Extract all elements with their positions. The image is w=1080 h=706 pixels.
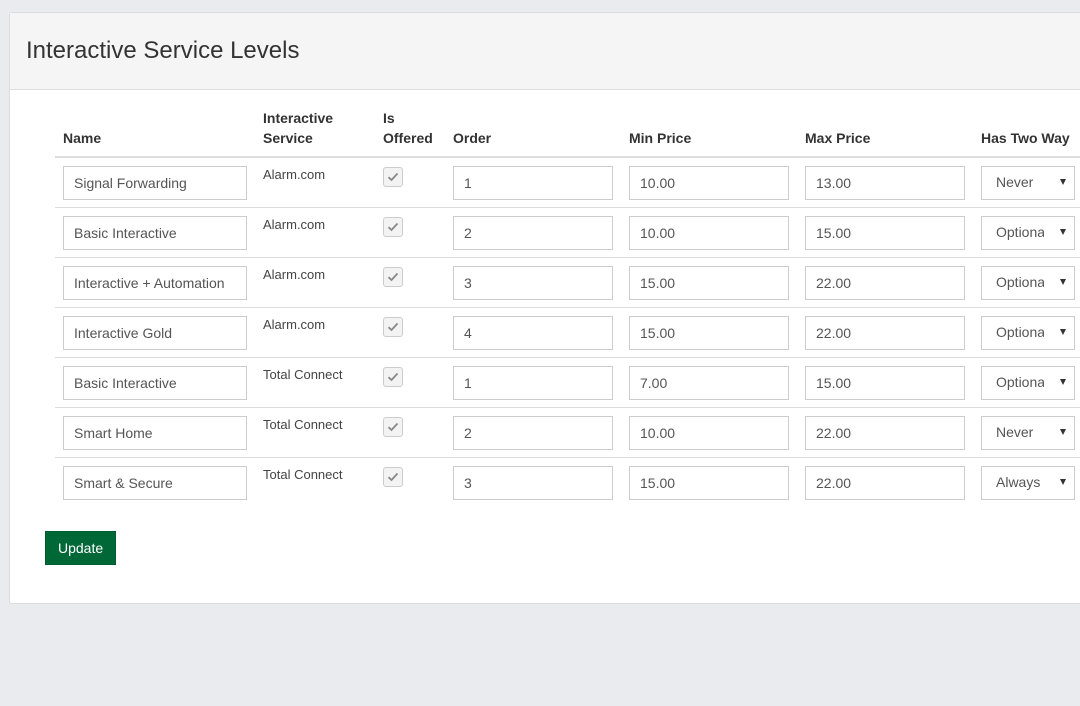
caret-down-icon	[1060, 379, 1066, 385]
min-price-input[interactable]	[629, 216, 789, 250]
name-input[interactable]	[63, 416, 247, 450]
name-input[interactable]	[63, 366, 247, 400]
min-price-input[interactable]	[629, 466, 789, 500]
has-two-way-select[interactable]: Always	[981, 466, 1075, 500]
header-name: Name	[55, 108, 255, 158]
table-row: Alarm.com Optional	[55, 307, 1080, 358]
is-offered-checkbox[interactable]	[383, 467, 403, 487]
max-price-input[interactable]	[805, 466, 965, 500]
name-input[interactable]	[63, 166, 247, 200]
order-input[interactable]	[453, 266, 613, 300]
interactive-service-label: Total Connect	[263, 417, 343, 432]
name-input[interactable]	[63, 466, 247, 500]
has-two-way-value: Optional	[996, 274, 1044, 290]
order-input[interactable]	[453, 466, 613, 500]
has-two-way-value: Never	[996, 174, 1034, 190]
is-offered-checkbox[interactable]	[383, 217, 403, 237]
has-two-way-select[interactable]: Never	[981, 416, 1075, 450]
min-price-input[interactable]	[629, 366, 789, 400]
interactive-service-label: Alarm.com	[263, 217, 326, 232]
checkmark-icon	[387, 322, 399, 332]
panel-heading: Interactive Service Levels	[10, 13, 1080, 90]
checkmark-icon	[387, 422, 399, 432]
update-button[interactable]: Update	[45, 531, 117, 565]
checkmark-icon	[387, 222, 399, 232]
order-input[interactable]	[453, 166, 613, 200]
order-input[interactable]	[453, 316, 613, 350]
order-input[interactable]	[453, 216, 613, 250]
has-two-way-value: Optional	[996, 374, 1044, 390]
min-price-input[interactable]	[629, 416, 789, 450]
has-two-way-select[interactable]: Never	[981, 166, 1075, 200]
interactive-service-label: Total Connect	[263, 367, 343, 382]
checkmark-icon	[387, 472, 399, 482]
header-max-price: Max Price	[797, 108, 973, 158]
table-row: Total Connect Never	[55, 407, 1080, 458]
max-price-input[interactable]	[805, 216, 965, 250]
table-row: Alarm.com Never	[55, 157, 1080, 208]
has-two-way-select[interactable]: Optional	[981, 316, 1075, 350]
service-levels-panel: Interactive Service Levels Name Interact…	[9, 12, 1080, 604]
interactive-service-label: Alarm.com	[263, 317, 326, 332]
is-offered-checkbox[interactable]	[383, 417, 403, 437]
name-input[interactable]	[63, 266, 247, 300]
is-offered-checkbox[interactable]	[383, 167, 403, 187]
interactive-service-label: Alarm.com	[263, 267, 326, 282]
caret-down-icon	[1060, 329, 1066, 335]
min-price-input[interactable]	[629, 266, 789, 300]
caret-down-icon	[1060, 179, 1066, 185]
table-row: Alarm.com Optional	[55, 207, 1080, 258]
header-order: Order	[445, 108, 621, 158]
max-price-input[interactable]	[805, 266, 965, 300]
has-two-way-value: Optional	[996, 224, 1044, 240]
table-header-row: Name Interactive Service Is Offered Orde…	[55, 108, 1080, 158]
header-interactive-service: Interactive Service	[255, 108, 375, 158]
caret-down-icon	[1060, 429, 1066, 435]
order-input[interactable]	[453, 366, 613, 400]
has-two-way-value: Always	[996, 474, 1041, 490]
header-is-offered: Is Offered	[375, 108, 445, 158]
table-row: Total Connect Always	[55, 458, 1080, 508]
name-input[interactable]	[63, 316, 247, 350]
name-input[interactable]	[63, 216, 247, 250]
max-price-input[interactable]	[805, 316, 965, 350]
max-price-input[interactable]	[805, 416, 965, 450]
table-row: Alarm.com Optional	[55, 257, 1080, 308]
min-price-input[interactable]	[629, 316, 789, 350]
checkmark-icon	[387, 172, 399, 182]
has-two-way-value: Never	[996, 424, 1034, 440]
caret-down-icon	[1060, 279, 1066, 285]
is-offered-checkbox[interactable]	[383, 317, 403, 337]
interactive-service-label: Alarm.com	[263, 167, 326, 182]
is-offered-checkbox[interactable]	[383, 367, 403, 387]
order-input[interactable]	[453, 416, 613, 450]
max-price-input[interactable]	[805, 366, 965, 400]
header-has-two-way: Has Two Way	[973, 108, 1080, 158]
min-price-input[interactable]	[629, 166, 789, 200]
max-price-input[interactable]	[805, 166, 965, 200]
has-two-way-select[interactable]: Optional	[981, 216, 1075, 250]
checkmark-icon	[387, 272, 399, 282]
has-two-way-select[interactable]: Optional	[981, 266, 1075, 300]
table-row: Total Connect Optional	[55, 357, 1080, 408]
is-offered-checkbox[interactable]	[383, 267, 403, 287]
checkmark-icon	[387, 372, 399, 382]
caret-down-icon	[1060, 229, 1066, 235]
service-levels-table: Name Interactive Service Is Offered Orde…	[55, 108, 1080, 507]
page-title: Interactive Service Levels	[26, 37, 300, 64]
caret-down-icon	[1060, 479, 1066, 485]
interactive-service-label: Total Connect	[263, 467, 343, 482]
has-two-way-value: Optional	[996, 324, 1044, 340]
header-min-price: Min Price	[621, 108, 797, 158]
has-two-way-select[interactable]: Optional	[981, 366, 1075, 400]
